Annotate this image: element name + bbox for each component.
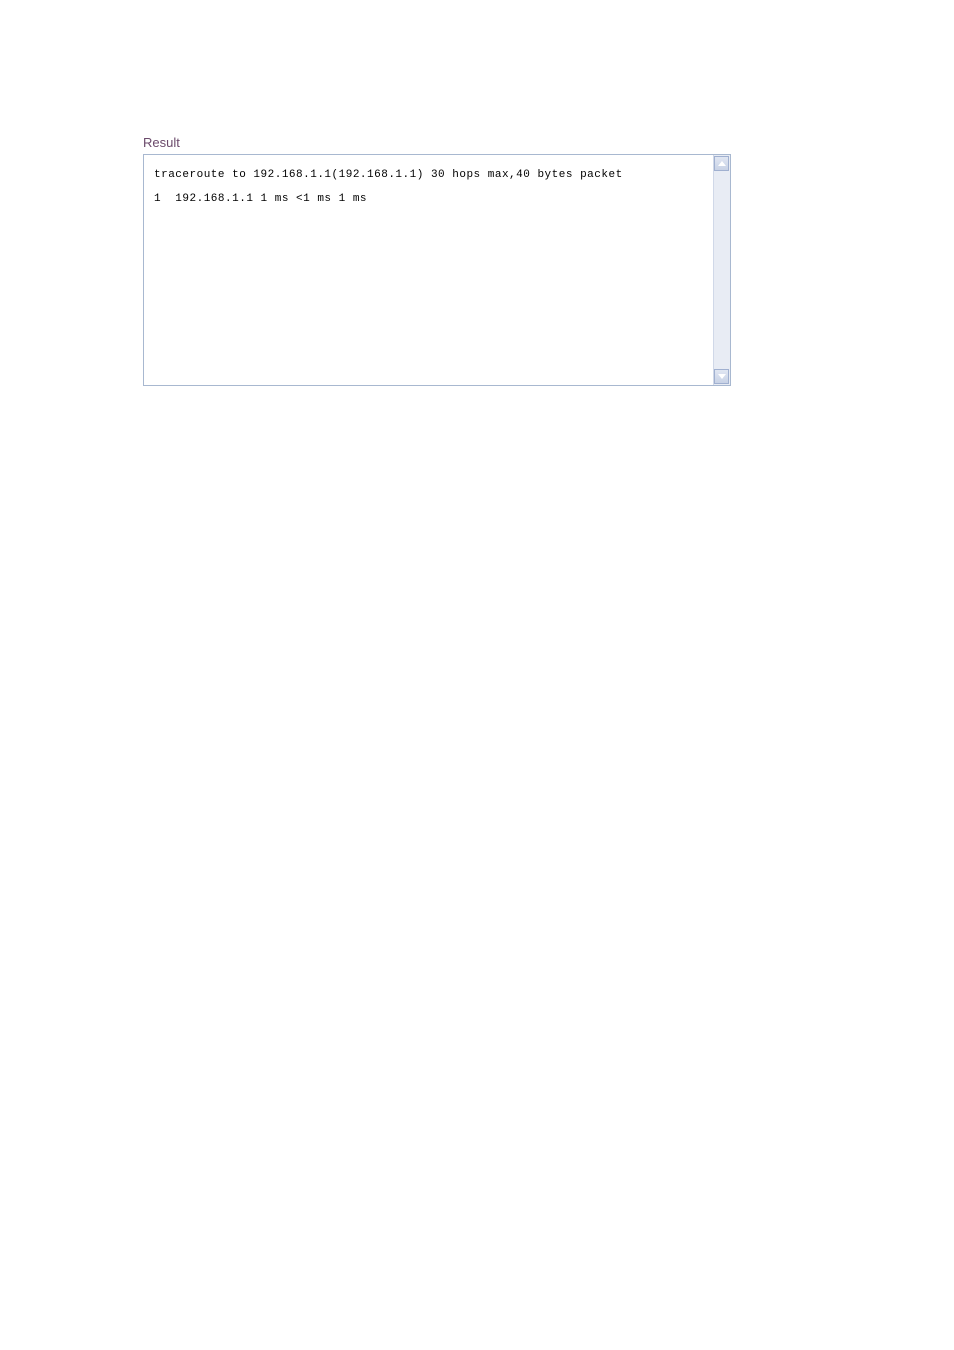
arrow-down-icon (718, 374, 726, 379)
result-content: traceroute to 192.168.1.1(192.168.1.1) 3… (144, 155, 714, 385)
result-box: traceroute to 192.168.1.1(192.168.1.1) 3… (143, 154, 731, 386)
result-label: Result (143, 135, 731, 150)
scroll-up-button[interactable] (714, 156, 729, 171)
scrollbar-track[interactable] (713, 155, 730, 385)
arrow-up-icon (718, 161, 726, 166)
scroll-down-button[interactable] (714, 369, 729, 384)
